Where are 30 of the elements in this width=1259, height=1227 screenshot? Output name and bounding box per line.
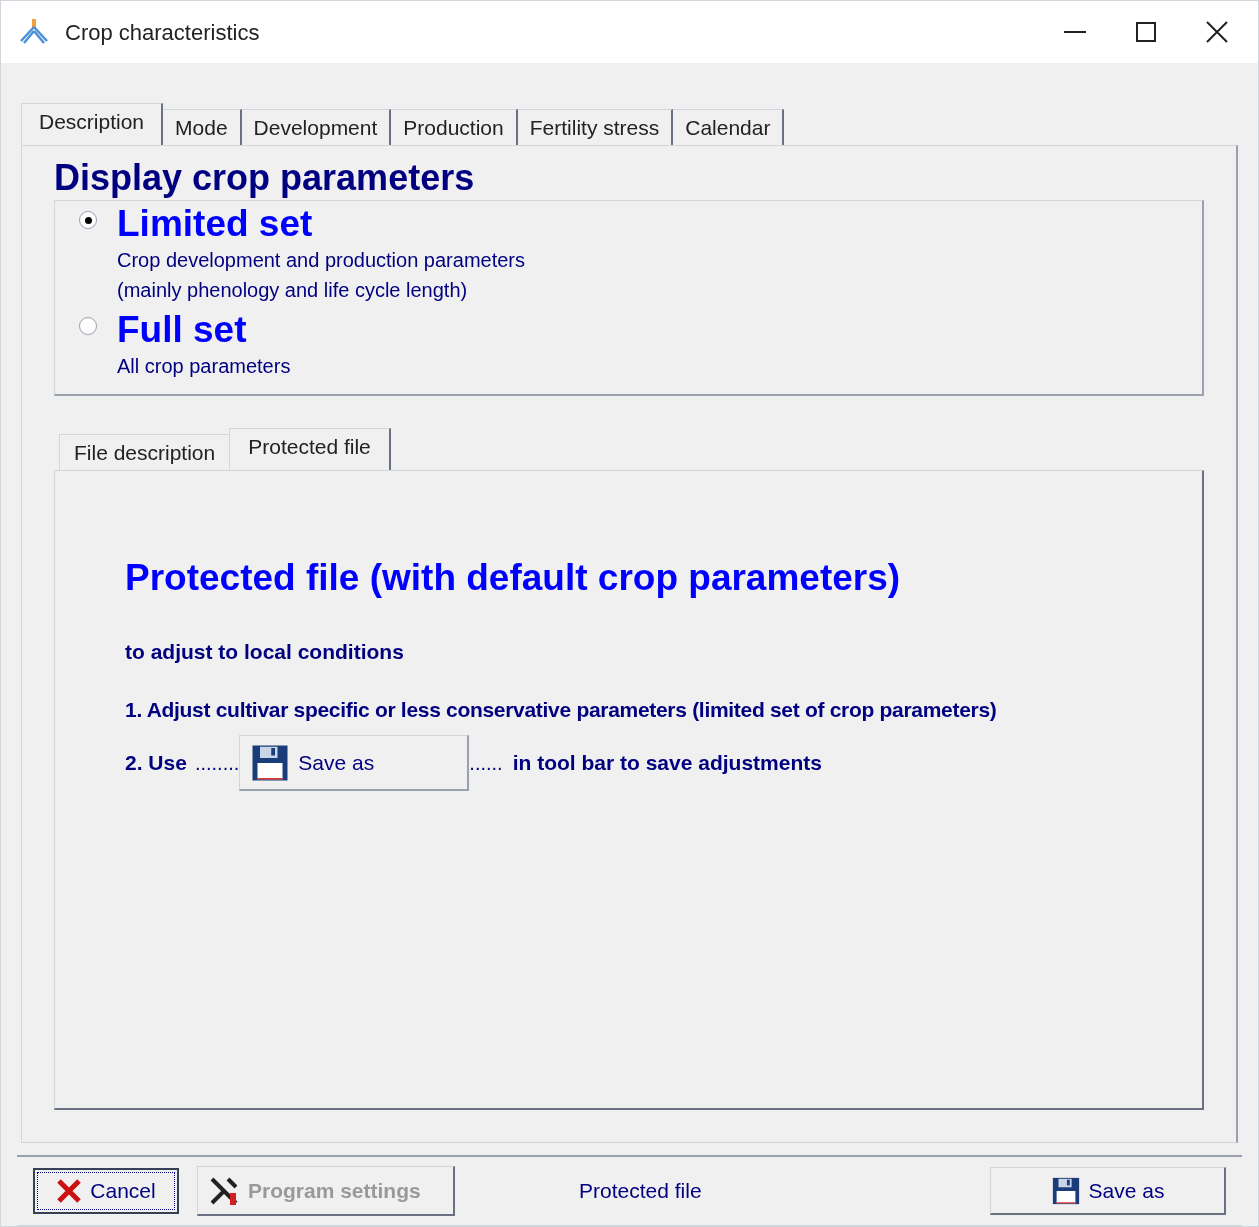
- radio-button[interactable]: [79, 317, 97, 335]
- save-as-button[interactable]: Save as: [990, 1167, 1226, 1215]
- status-text: Protected file: [579, 1178, 702, 1205]
- option-description: Crop development and production parameters: [117, 248, 526, 273]
- radio-button[interactable]: [79, 211, 97, 229]
- cross-icon: [56, 1178, 83, 1204]
- save-as-button[interactable]: Save as: [239, 735, 470, 791]
- dotted-leader: ........: [194, 751, 240, 776]
- tab[interactable]: Production: [391, 109, 518, 145]
- cancel-button[interactable]: Cancel: [33, 1168, 179, 1214]
- close-icon[interactable]: [1206, 21, 1228, 43]
- tab[interactable]: Calendar: [673, 109, 785, 145]
- dotted-leader: ......: [469, 751, 503, 776]
- section-title: Display crop parameters: [54, 156, 476, 200]
- option-label[interactable]: Full set: [117, 309, 291, 351]
- instruction-text: 2. Use: [125, 750, 187, 777]
- option-label[interactable]: Limited set: [117, 203, 526, 245]
- tab[interactable]: Protected file: [229, 428, 391, 470]
- instruction-text: in tool bar to save adjustments: [512, 750, 822, 777]
- maximize-icon[interactable]: [1136, 22, 1156, 42]
- instruction-text: 1. Adjust cultivar specific or less conservative parameters (limited set of crop parameters): [125, 696, 998, 723]
- tab[interactable]: Mode: [163, 109, 242, 145]
- instruction-text: to adjust to local conditions: [125, 639, 405, 665]
- panel-heading: Protected file (with default crop parameters): [125, 556, 902, 600]
- option-description: (mainly phenology and life cycle length): [117, 278, 469, 303]
- option-description: All crop parameters: [117, 354, 291, 379]
- tab[interactable]: Development: [241, 109, 392, 145]
- window-title: Crop characteristics: [65, 18, 260, 47]
- tab[interactable]: Description: [21, 103, 164, 145]
- tab[interactable]: Fertility stress: [517, 109, 674, 145]
